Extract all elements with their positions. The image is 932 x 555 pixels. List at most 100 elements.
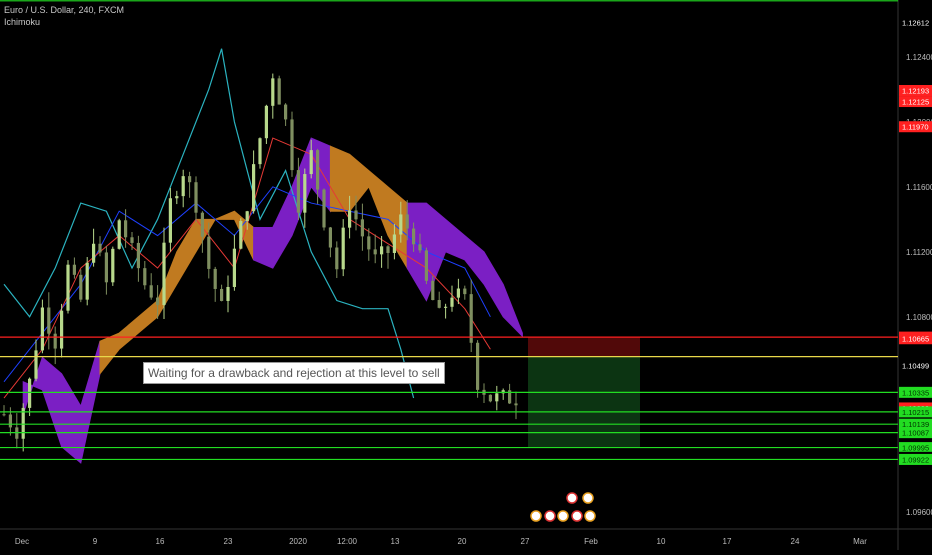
- candle: [194, 176, 198, 223]
- candle-body: [79, 274, 83, 300]
- price-badge-text: 1.12193: [902, 86, 929, 95]
- candle-body: [469, 294, 473, 343]
- candle-body: [412, 228, 416, 245]
- candle-body: [290, 119, 294, 171]
- candle: [386, 245, 390, 269]
- candle: [66, 260, 70, 314]
- price-badge-red: 1.12193: [899, 84, 932, 96]
- candle-body: [188, 176, 192, 183]
- candle-body: [162, 242, 166, 306]
- candle-body: [60, 310, 64, 349]
- grid: [0, 0, 932, 550]
- candle-body: [424, 250, 428, 281]
- candle-body: [341, 227, 345, 270]
- candle: [47, 292, 51, 350]
- price-badge-green: 1.09995: [899, 442, 932, 454]
- candle-body: [264, 105, 268, 139]
- time-tick-label: Feb: [584, 537, 598, 546]
- time-tick-label: 13: [391, 537, 400, 546]
- time-tick-label: 24: [791, 537, 800, 546]
- candle: [34, 339, 38, 382]
- price-badge-text: 1.10335: [902, 388, 929, 397]
- time-tick-label: 17: [723, 537, 732, 546]
- price-tick-label: 1.11600: [906, 183, 932, 192]
- candle: [508, 383, 512, 404]
- price-badge-text: 1.12125: [902, 98, 929, 107]
- candle-body: [200, 212, 204, 237]
- candle: [188, 171, 192, 198]
- price-axis[interactable]: 1.124001.120001.116001.112001.108001.096…: [899, 16, 932, 517]
- candle: [149, 273, 153, 300]
- candle-body: [143, 268, 147, 286]
- time-tick-label: 9: [93, 537, 98, 546]
- trade-note[interactable]: Waiting for a drawback and rejection at …: [143, 362, 445, 384]
- time-axis[interactable]: Dec 9 16 23 2020 12:00 13 20 27 Feb 10 17 24 Mar: [15, 537, 867, 546]
- kumo-segment-5: [406, 202, 523, 338]
- candle-body: [98, 243, 102, 253]
- candle-body: [258, 138, 262, 165]
- symbol-title[interactable]: Euro / U.S. Dollar, 240, FXCM: [4, 4, 124, 16]
- candle-body: [194, 182, 198, 213]
- candle: [514, 391, 518, 420]
- indicator-label[interactable]: Ichimoku: [4, 16, 124, 28]
- event-marker-circle: [582, 492, 594, 504]
- candle: [341, 219, 345, 277]
- price-badge-text: 1.11970: [902, 123, 929, 132]
- candle-body: [405, 214, 409, 229]
- candle-body: [271, 78, 275, 106]
- candle: [271, 73, 275, 119]
- candle-body: [444, 306, 448, 308]
- candle: [469, 279, 473, 353]
- event-marker-icon: [557, 510, 569, 522]
- candle: [303, 168, 307, 228]
- candle-body: [207, 236, 211, 269]
- candle-body: [85, 262, 89, 300]
- candle: [2, 405, 6, 417]
- price-badge-green: 1.10335: [899, 386, 932, 398]
- candle-body: [232, 248, 236, 287]
- candle: [213, 266, 217, 302]
- candle-body: [418, 244, 422, 251]
- candle-body: [488, 394, 492, 402]
- candle-body: [463, 288, 467, 295]
- candle-body: [156, 297, 160, 306]
- candle: [136, 235, 140, 282]
- candle: [488, 394, 492, 403]
- candle: [40, 299, 44, 354]
- price-tick-label: 1.11200: [906, 248, 932, 257]
- candle: [360, 203, 364, 251]
- candle: [501, 388, 505, 400]
- candle-body: [130, 237, 134, 243]
- kumo-segment-2: [99, 210, 255, 376]
- candle-body: [226, 286, 230, 301]
- candle-body: [328, 227, 332, 248]
- candle-body: [322, 189, 326, 228]
- candle-body: [456, 288, 460, 298]
- event-marker-circle: [557, 510, 569, 522]
- price-badge-plain: 1.10499: [899, 360, 932, 372]
- candle-body: [495, 393, 499, 402]
- candle: [495, 385, 499, 411]
- candle: [367, 228, 371, 261]
- candle: [175, 190, 179, 205]
- event-markers[interactable]: [530, 492, 596, 522]
- candle-body: [431, 280, 435, 301]
- candle: [482, 383, 486, 404]
- price-badge-text: 1.10087: [902, 429, 929, 438]
- candle-body: [277, 78, 281, 105]
- candle-body: [360, 219, 364, 237]
- event-marker-circle: [544, 510, 556, 522]
- candle: [258, 137, 262, 169]
- time-tick-label: 2020: [289, 537, 307, 546]
- candle-body: [386, 246, 390, 253]
- price-tick-label: 1.09600: [906, 508, 932, 517]
- price-badge-red: 1.11970: [899, 121, 932, 133]
- candle: [181, 169, 185, 208]
- candle-body: [213, 268, 217, 289]
- candle-body: [21, 407, 25, 439]
- price-badge-green: 1.09922: [899, 453, 932, 465]
- candle-body: [367, 236, 371, 250]
- candle: [232, 234, 236, 291]
- price-tick-label: 1.10800: [906, 313, 932, 322]
- candle: [284, 103, 288, 126]
